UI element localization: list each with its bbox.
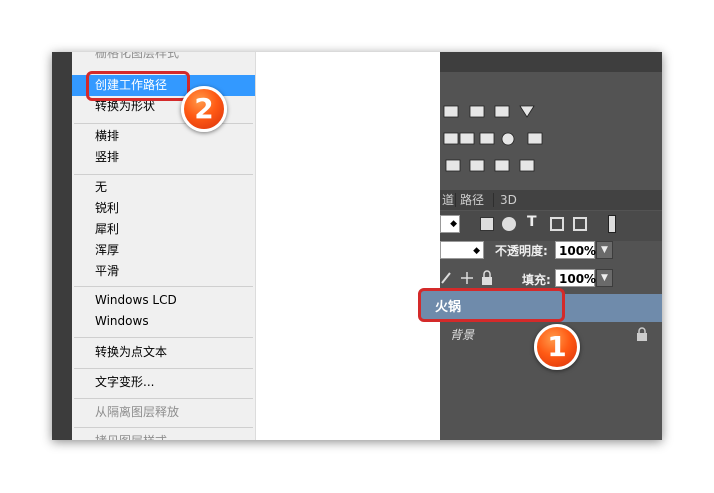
menu-item-warp-text[interactable]: 文字变形... (72, 372, 255, 393)
gradient-map-icon (519, 159, 535, 172)
adjustment-filter-icon[interactable] (502, 217, 516, 231)
menu-separator (74, 123, 253, 124)
menu-item-release-from-isolation: 从隔离图层释放 (95, 405, 180, 419)
fill-label: 填充: (522, 273, 551, 287)
menu-separator (74, 286, 253, 287)
fill-dropdown-button[interactable]: ▼ (596, 269, 613, 287)
menu-item-antialias-crisp[interactable]: 犀利 (72, 219, 255, 240)
menu-item-antialias-sharp[interactable]: 锐利 (72, 198, 255, 219)
menu-item-antialias-strong[interactable]: 浑厚 (72, 240, 255, 261)
submenu-blank-area (255, 52, 440, 440)
lock-all-icon (482, 277, 492, 285)
tab-divider (455, 193, 456, 207)
lock-icons[interactable] (440, 269, 500, 287)
menu-item-copy-layer-style: 拷贝图层样式 (72, 431, 255, 440)
tab-channels-partial[interactable]: 道 (442, 190, 454, 210)
menu-separator (74, 337, 253, 338)
threshold-icon (494, 159, 510, 172)
exposure-icon (494, 105, 510, 118)
color-balance-icon (459, 132, 475, 145)
background-lock-icon (637, 327, 647, 341)
filter-toggle-switch[interactable] (608, 215, 616, 233)
black-white-icon (479, 132, 495, 145)
menu-separator (74, 427, 253, 428)
vibrance-icon (519, 105, 535, 118)
smart-object-filter-icon[interactable] (573, 217, 587, 231)
step-badge-2: 2 (181, 86, 227, 132)
callout-box-menu (86, 71, 190, 101)
filter-kind-dropdown[interactable]: ◆ (440, 215, 460, 233)
levels-icon (443, 105, 459, 118)
menu-item-windows[interactable]: Windows (72, 311, 255, 332)
shape-filter-icon[interactable] (550, 217, 564, 231)
lock-pixels-icon (441, 272, 451, 284)
tab-divider (493, 193, 494, 207)
step-badge-1: 1 (534, 324, 580, 370)
menu-item-convert-to-point-text[interactable]: 转换为点文本 (72, 342, 255, 363)
layer-name-background[interactable]: 背景 (450, 326, 474, 343)
menu-separator (74, 368, 253, 369)
opacity-input[interactable]: 100% (555, 241, 596, 259)
menu-item-antialias-none[interactable]: 无 (72, 177, 255, 198)
layer-name-selected[interactable]: 火锅 (435, 296, 461, 315)
photoshop-left-edge (52, 52, 72, 440)
menu-item-windows-lcd[interactable]: Windows LCD (72, 290, 255, 311)
hue-icon (443, 132, 459, 145)
channel-mixer-icon (527, 132, 543, 145)
image-filter-icon[interactable] (480, 217, 494, 231)
opacity-dropdown-button[interactable]: ▼ (596, 241, 613, 259)
opacity-label: 不透明度: (495, 244, 548, 258)
type-filter-icon[interactable]: T (527, 214, 537, 230)
fill-input[interactable]: 100% (555, 269, 596, 287)
context-menu: 栅格化图层样式 创建工作路径 转换为形状 横排 竖排 无 锐利 犀利 浑厚 平滑… (72, 52, 255, 440)
menu-separator (74, 174, 253, 175)
menu-item-vertical[interactable]: 竖排 (72, 147, 255, 168)
invert-icon (445, 159, 461, 172)
lock-position-icon (461, 272, 473, 284)
blend-mode-dropdown[interactable]: ◆ (440, 241, 484, 259)
tab-paths[interactable]: 路径 (460, 190, 484, 210)
menu-item-horizontal[interactable]: 横排 (72, 126, 255, 147)
posterize-icon (469, 159, 485, 172)
menu-separator (74, 398, 253, 399)
curves-icon (469, 105, 485, 118)
menu-item-antialias-smooth[interactable]: 平滑 (72, 261, 255, 282)
photoshop-panels: 道 路径 3D ◆ T ◆ 不透明度: 100% ▼ 填充: 100% ▼ 背景 (440, 52, 662, 440)
callout-box-layer: 火锅 (418, 288, 565, 322)
panel-top-band (440, 52, 662, 72)
adjustments-icons (443, 105, 543, 172)
tab-3d[interactable]: 3D (500, 190, 517, 210)
screenshot-frame: 栅格化图层样式 创建工作路径 转换为形状 横排 竖排 无 锐利 犀利 浑厚 平滑… (52, 52, 662, 440)
photo-filter-icon (501, 132, 515, 146)
menu-item-rasterize-layer-style: 栅格化图层样式 (95, 52, 180, 60)
